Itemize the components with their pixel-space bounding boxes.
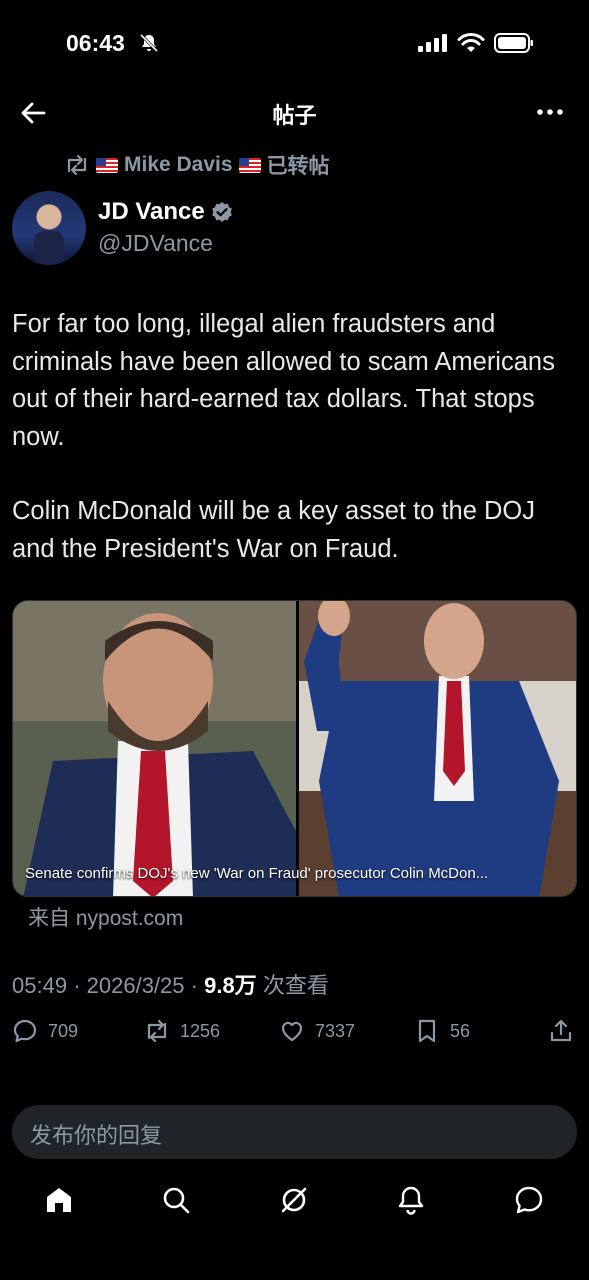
- repost-indicator[interactable]: Mike Davis 已转帖: [64, 150, 330, 180]
- meta-separator: ·: [190, 973, 205, 998]
- reply-count: 709: [48, 1020, 79, 1041]
- status-bar: 06:43: [0, 0, 589, 88]
- author-handle[interactable]: @JDVance: [98, 230, 213, 257]
- search-icon[interactable]: [160, 1184, 192, 1216]
- signal-icon: [418, 34, 447, 52]
- wifi-icon: [457, 33, 485, 52]
- tweet-paragraph: Colin McDonald will be a key asset to th…: [12, 497, 535, 563]
- battery-icon: [494, 33, 533, 53]
- card-image-left: [13, 601, 296, 896]
- grok-icon[interactable]: [278, 1184, 310, 1216]
- bookmark-count: 56: [450, 1020, 471, 1041]
- share-icon: [550, 1019, 572, 1042]
- bookmark-icon: [418, 1019, 436, 1043]
- like-count: 7337: [315, 1020, 356, 1041]
- card-caption: Senate confirms DOJ's new 'War on Fraud'…: [25, 865, 489, 882]
- us-flag-icon: [238, 157, 261, 173]
- repost-button[interactable]: 1256: [144, 1018, 220, 1044]
- bookmark-button[interactable]: 56: [414, 1018, 470, 1044]
- bell-off-icon: [139, 33, 159, 53]
- author-avatar[interactable]: [12, 191, 86, 265]
- repost-count: 1256: [180, 1020, 221, 1041]
- status-time: 06:43: [66, 30, 125, 56]
- bottom-nav: [0, 1168, 589, 1238]
- reply-button[interactable]: 709: [12, 1018, 78, 1044]
- author-name[interactable]: JD Vance: [98, 198, 205, 226]
- top-header: 帖子: [0, 88, 589, 136]
- like-button[interactable]: 7337: [279, 1018, 355, 1044]
- share-button[interactable]: [548, 1018, 574, 1044]
- home-icon[interactable]: [43, 1184, 75, 1216]
- notifications-bell-icon[interactable]: [395, 1184, 427, 1216]
- view-count[interactable]: 9.8万: [204, 973, 257, 998]
- action-bar: 709 1256 7337 56: [12, 1018, 577, 1054]
- link-card[interactable]: Senate confirms DOJ's new 'War on Fraud'…: [12, 600, 577, 897]
- tweet-paragraph: For far too long, illegal alien fraudste…: [12, 310, 555, 451]
- verified-badge-icon: [211, 202, 232, 222]
- repost-user[interactable]: Mike Davis: [124, 153, 233, 177]
- tweet-body: For far too long, illegal alien fraudste…: [12, 306, 577, 568]
- heart-icon: [281, 1021, 303, 1042]
- reply-icon: [13, 1019, 37, 1043]
- swearing-in-photo: [299, 601, 576, 896]
- card-image-right: [299, 601, 576, 896]
- repost-label: 已转帖: [266, 155, 330, 178]
- more-options-icon[interactable]: [535, 100, 565, 124]
- post-time: 05:49: [12, 973, 68, 998]
- messages-icon[interactable]: [513, 1184, 545, 1216]
- reply-placeholder[interactable]: 发布你的回复: [30, 1118, 162, 1150]
- tweet-meta: 05:49 · 2026/3/25 · 9.8万 次查看: [12, 968, 329, 1000]
- view-label: 次查看: [262, 973, 329, 998]
- us-flag-icon: [96, 157, 118, 173]
- author-name-row[interactable]: JD Vance: [98, 198, 233, 226]
- card-source[interactable]: 来自 nypost.com: [28, 902, 183, 932]
- speaker-photo: [13, 601, 296, 896]
- reply-composer[interactable]: 发布你的回复: [12, 1105, 577, 1159]
- meta-separator: ·: [73, 973, 87, 998]
- repost-icon: [67, 154, 87, 176]
- repost-icon: [147, 1019, 167, 1043]
- post-date: 2026/3/25: [86, 973, 185, 998]
- page-title: 帖子: [272, 103, 317, 128]
